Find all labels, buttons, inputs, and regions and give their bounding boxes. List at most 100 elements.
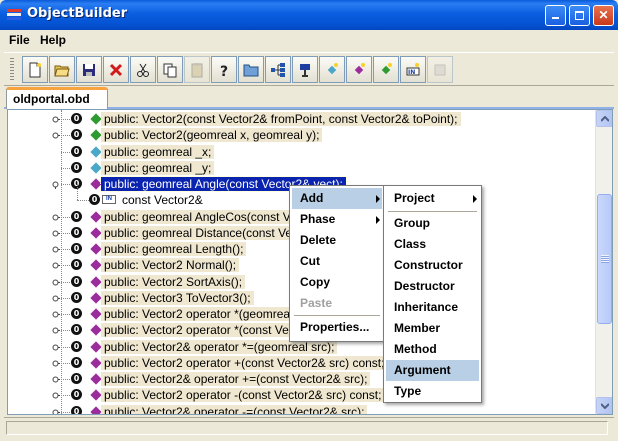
ctx-properties[interactable]: Properties... [292,317,382,338]
delete-button[interactable] [103,56,129,83]
maximize-button[interactable] [569,5,590,26]
scroll-up-icon [601,116,609,122]
minimize-button[interactable] [545,5,566,26]
tree-expand-icon[interactable] [51,408,60,416]
cut-button[interactable] [130,56,156,83]
tree-node-label[interactable]: public: geomreal Length(); [101,242,247,256]
submenu-destructor[interactable]: Destructor [386,276,479,297]
tree-expand-icon[interactable] [51,229,60,238]
tree-expand-icon[interactable] [51,326,60,335]
member-diamond-icon [90,340,102,353]
disabled-button[interactable] [427,56,453,83]
title-bar[interactable]: ObjectBuilder ✕ [0,0,618,30]
tab-oldportal[interactable]: oldportal.obd [6,87,108,109]
vertical-scrollbar[interactable] [595,110,612,414]
new-button[interactable] [22,56,48,83]
submenu-group[interactable]: Group [386,213,479,234]
submenu-class[interactable]: Class [386,234,479,255]
zero-badge-icon: 0 [71,226,82,238]
scroll-thumb[interactable] [597,194,612,324]
tree-row[interactable]: 0 public: Vector2 operator -(const Vector… [8,387,598,403]
tree-expand-icon[interactable] [51,359,60,368]
class-button[interactable] [292,56,318,83]
tree-row[interactable]: 0 public: Vector2& operator +=(const Vect… [8,371,598,387]
delete-icon [109,63,123,76]
member-diamond-icon [90,227,102,239]
tree-expand-icon[interactable] [51,375,60,384]
hierarchy-button[interactable] [265,56,291,83]
svg-text:IN: IN [408,69,415,76]
browse-button[interactable] [238,56,264,83]
tree-node-label[interactable]: public: Vector2 operator *(geomreal n); [101,307,314,321]
add-argument-icon: IN [406,62,420,76]
class-icon [300,63,310,77]
submenu-constructor[interactable]: Constructor [386,255,479,276]
tree-expand-icon[interactable] [51,213,60,222]
tree-connector [61,265,70,267]
tree-connector [61,184,70,185]
tree-node-label[interactable]: public: Vector2(const Vector2& fromPoint… [101,112,461,126]
help-button[interactable]: ? [211,56,237,83]
save-button[interactable] [76,56,102,83]
tree-expand-icon[interactable] [51,278,60,287]
tree-expand-icon[interactable] [51,343,60,352]
tree-node-label[interactable]: public: geomreal _x; [101,144,215,159]
folder-icon [243,64,259,76]
toolbar-grip[interactable] [10,58,14,82]
add-member-button[interactable] [319,56,345,83]
ctx-add[interactable]: Add [292,188,382,209]
ctx-copy[interactable]: Copy [292,272,382,293]
scroll-down-button[interactable] [596,397,612,414]
tree-node-label[interactable]: public: Vector2 Normal(); [101,258,240,273]
ctx-paste[interactable]: Paste [292,293,382,314]
tree-row[interactable]: 0 public: Vector2 operator +(const Vector… [8,355,598,371]
add-argument-button[interactable]: IN [400,56,426,83]
ctx-cut[interactable]: Cut [292,251,382,272]
tree-node-label[interactable]: public: Vector2 SortAxis(); [101,274,246,289]
tree-node-label[interactable]: public: Vector2 operator -(const Vector2… [101,388,385,403]
zero-badge-icon: 0 [71,161,82,173]
tree-node-label[interactable]: public: Vector2 operator +(const Vector2… [101,355,388,370]
tree-node-label[interactable]: public: Vector2& operator -=(const Vecto… [101,404,368,414]
tree-connector [61,151,70,153]
submenu-argument[interactable]: Argument [386,360,479,381]
tree-expand-icon[interactable] [51,310,60,319]
tree-expand-icon[interactable] [51,131,60,140]
tree-row[interactable]: 0 public: Vector2(const Vector2& fromPoin… [8,111,598,127]
tree-node-label[interactable]: public: Vector2(geomreal x, geomreal y); [101,128,323,143]
tree-row[interactable]: 0 public: geomreal _x; [8,144,598,160]
submenu-inheritance[interactable]: Inheritance [386,297,479,318]
tree-node-label[interactable]: public: geomreal _y; [101,160,215,175]
add-method-button[interactable] [346,56,372,83]
member-diamond-icon [90,243,102,255]
menu-file[interactable]: File [9,33,30,47]
tree-expand-icon[interactable] [51,294,60,303]
tree-row[interactable]: 0 public: Vector2& operator -=(const Vect… [8,404,598,416]
ctx-delete[interactable]: Delete [292,230,382,251]
close-button[interactable]: ✕ [593,5,614,26]
scroll-up-button[interactable] [596,110,612,127]
copy-button[interactable] [157,56,183,83]
tree-expand-icon[interactable] [51,261,60,270]
tree-node-label[interactable]: const Vector2& [119,193,206,207]
tree-expand-icon[interactable] [51,391,60,400]
submenu-member[interactable]: Member [386,318,479,339]
tree-expand-icon[interactable] [51,115,60,124]
argument-in-icon: IN [102,195,116,205]
submenu-method[interactable]: Method [386,339,479,360]
open-button[interactable] [49,56,75,83]
paste-button[interactable] [184,56,210,83]
save-icon [83,63,95,76]
submenu-project[interactable]: Project [386,188,479,209]
tree-expand-icon[interactable] [51,245,60,254]
tree-collapse-icon[interactable] [51,180,60,189]
context-menu: Add Phase Delete Cut Copy Paste Properti… [289,185,385,342]
tree-row[interactable]: 0 public: geomreal _y; [8,160,598,176]
tree-node-label[interactable]: public: Vector2& operator +=(const Vecto… [101,372,371,386]
add-field-button[interactable] [373,56,399,83]
tree-node-label[interactable]: public: Vector3 ToVector3(); [101,290,254,305]
menu-help[interactable]: Help [40,33,66,47]
ctx-phase[interactable]: Phase [292,209,382,230]
tree-row[interactable]: 0 public: Vector2(geomreal x, geomreal y)… [8,127,598,143]
submenu-type[interactable]: Type [386,381,479,402]
